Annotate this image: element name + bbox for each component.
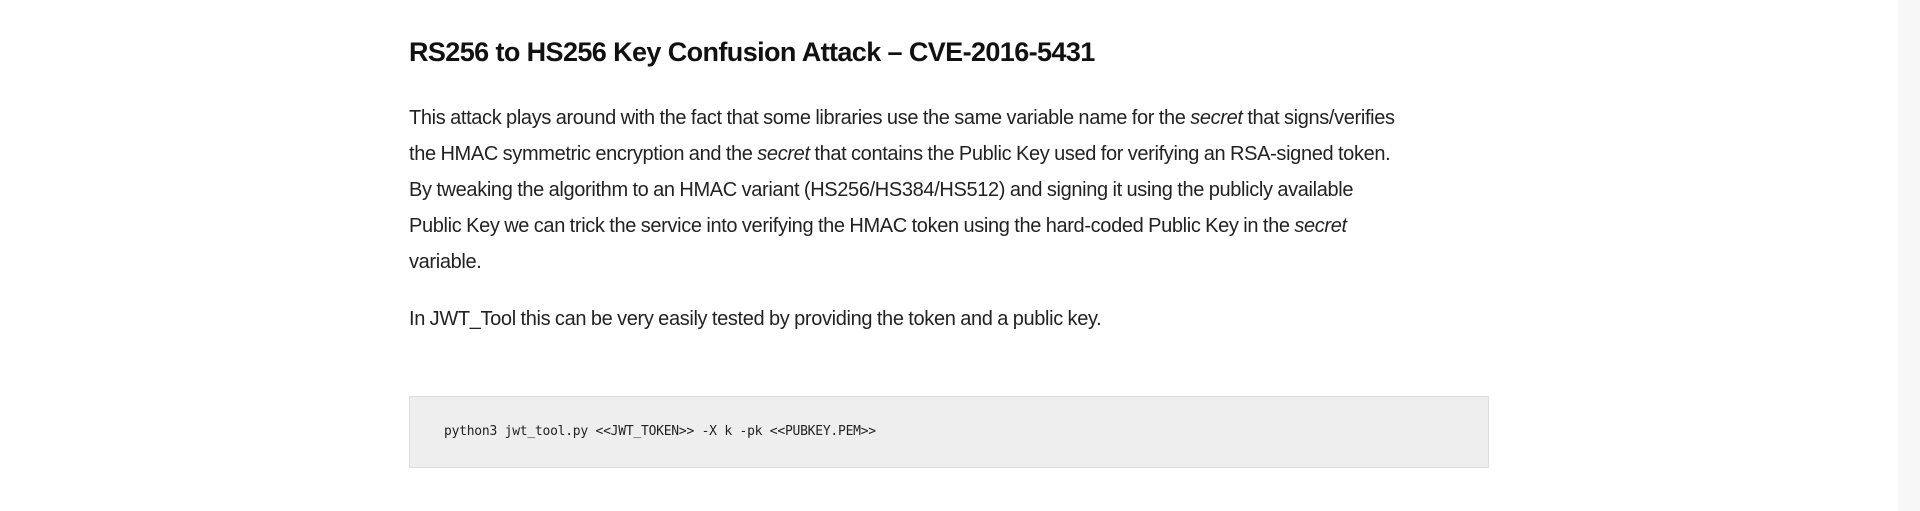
section-heading: RS256 to HS256 Key Confusion Attack – CV… [409, 37, 1095, 67]
page-scrollbar[interactable] [1898, 0, 1920, 511]
paragraph-line: the HMAC symmetric encryption and the se… [409, 143, 1391, 165]
emphasis-secret: secret [1294, 215, 1347, 237]
paragraph-line: variable. [409, 251, 482, 273]
code-block[interactable]: python3 jwt_tool.py <<JWT_TOKEN>> -X k -… [409, 396, 1489, 468]
paragraph-line: Public Key we can trick the service into… [409, 215, 1347, 237]
paragraph-line: In JWT_Tool this can be very easily test… [409, 308, 1102, 330]
paragraph-line: This attack plays around with the fact t… [409, 107, 1395, 129]
attack-description-paragraph: This attack plays around with the fact t… [409, 100, 1491, 280]
emphasis-secret: secret [757, 143, 810, 165]
paragraph-line: By tweaking the algorithm to an HMAC var… [409, 179, 1354, 201]
jwt-tool-paragraph: In JWT_Tool this can be very easily test… [409, 301, 1491, 337]
command-code[interactable]: python3 jwt_tool.py <<JWT_TOKEN>> -X k -… [444, 423, 876, 441]
emphasis-secret: secret [1190, 107, 1243, 129]
